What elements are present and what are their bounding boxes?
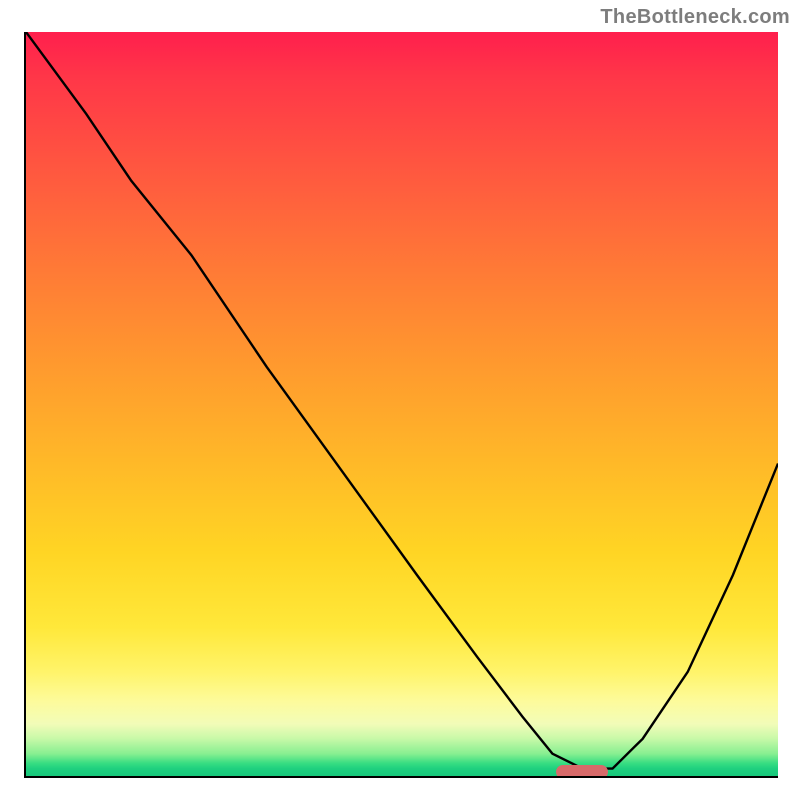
attribution-watermark: TheBottleneck.com xyxy=(600,6,790,29)
minimum-marker xyxy=(556,765,608,778)
chart-frame: TheBottleneck.com xyxy=(0,0,800,800)
plot-area xyxy=(24,32,778,778)
curve-layer xyxy=(26,32,778,776)
bottleneck-curve-path xyxy=(26,32,778,769)
